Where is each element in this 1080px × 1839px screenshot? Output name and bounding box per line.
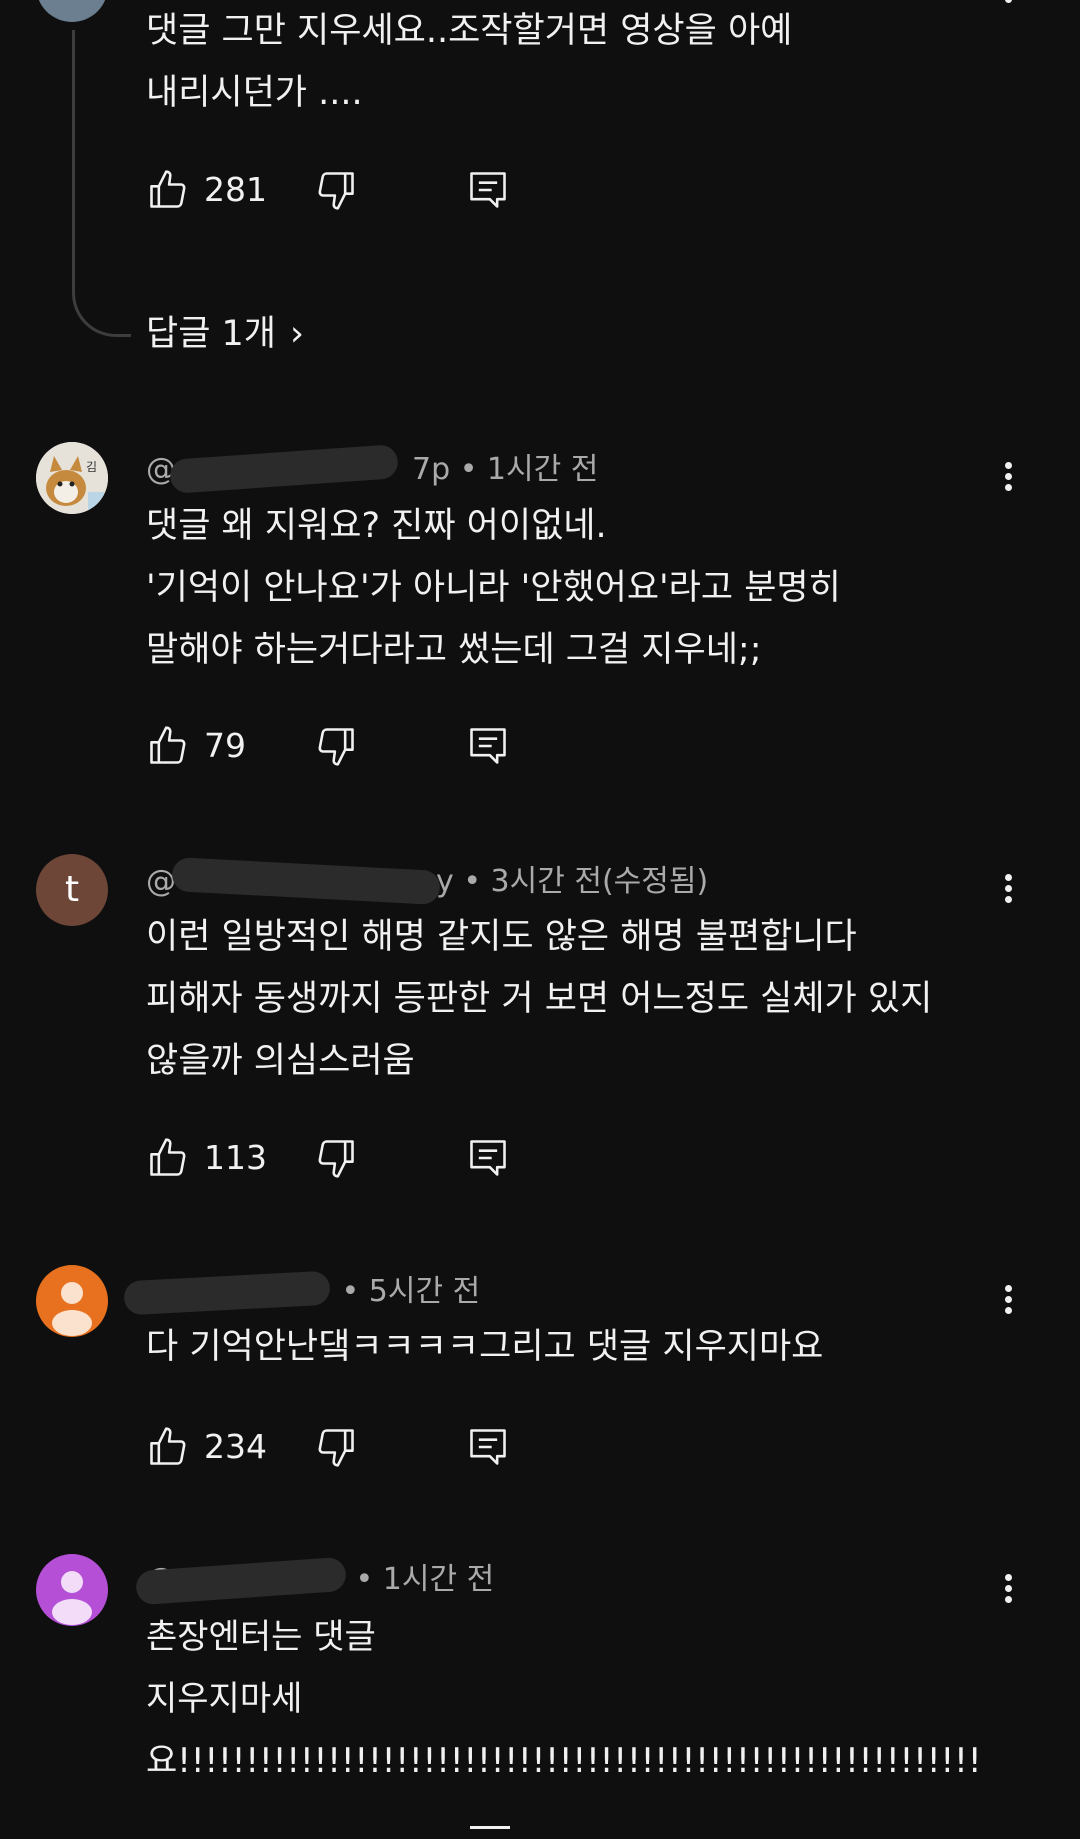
like-icon[interactable] bbox=[146, 168, 190, 212]
comment-actions: 79 bbox=[146, 724, 526, 776]
avatar-label: 김 bbox=[86, 460, 98, 474]
reply-icon[interactable] bbox=[466, 168, 510, 212]
dislike-icon[interactable] bbox=[314, 1136, 358, 1180]
comment-actions: 234 bbox=[146, 1425, 526, 1477]
like-count: 79 bbox=[204, 726, 246, 765]
more-options-icon[interactable] bbox=[996, 458, 1020, 502]
comment-author[interactable]: @ bbox=[146, 864, 176, 899]
person-icon bbox=[52, 1282, 92, 1336]
reply-icon[interactable] bbox=[470, 1826, 510, 1839]
comment-text: 댓글 왜 지워요? 진짜 어이없네. '기억이 안나요'가 아니라 '안했어요'… bbox=[146, 506, 841, 670]
comment-time: • 5시간 전 bbox=[341, 1274, 481, 1309]
reply-icon[interactable] bbox=[466, 1425, 510, 1469]
cat-avatar-image bbox=[36, 442, 108, 514]
chevron-right-icon: › bbox=[290, 314, 304, 354]
avatar[interactable]: 김 bbox=[36, 442, 108, 514]
reply-icon[interactable] bbox=[466, 1136, 510, 1180]
more-options-icon[interactable] bbox=[996, 1570, 1020, 1614]
reply-icon[interactable] bbox=[466, 724, 510, 768]
like-count: 113 bbox=[204, 1138, 267, 1177]
comment-text: 댓글 그만 지우세요..조작할거면 영상을 아예 내리시던가 .... bbox=[146, 11, 793, 113]
more-options-icon[interactable] bbox=[996, 0, 1020, 14]
like-icon[interactable] bbox=[146, 1425, 190, 1469]
dislike-icon[interactable] bbox=[314, 1425, 358, 1469]
comment-time: • 1시간 전 bbox=[355, 1562, 495, 1597]
view-replies-link[interactable]: 답글 1개 › bbox=[146, 312, 304, 356]
comment-actions: 113 bbox=[146, 1136, 526, 1188]
like-count: 281 bbox=[204, 170, 267, 209]
avatar[interactable]: t bbox=[36, 854, 108, 926]
avatar[interactable] bbox=[36, 1554, 108, 1626]
more-options-icon[interactable] bbox=[996, 1281, 1020, 1325]
more-options-icon[interactable] bbox=[996, 870, 1020, 914]
comment-actions: 281 bbox=[146, 168, 526, 220]
avatar[interactable] bbox=[36, 0, 108, 22]
comment-text: 촌장엔터는 댓글 지우지마세 요!!!!!!!!!!!!!!!!!!!!!!!!… bbox=[146, 1617, 982, 1781]
comment-text: 다 기억안난댘ㅋㅋㅋㅋ그리고 댓글 지우지마요 bbox=[146, 1327, 824, 1367]
thread-connector-line bbox=[72, 30, 131, 337]
person-icon bbox=[52, 1571, 92, 1625]
like-count: 234 bbox=[204, 1427, 267, 1466]
avatar[interactable] bbox=[36, 1265, 108, 1337]
like-icon[interactable] bbox=[146, 1136, 190, 1180]
view-replies-label: 답글 1개 bbox=[146, 314, 276, 354]
comment-time: • 1시간 전 bbox=[459, 452, 599, 487]
dislike-icon[interactable] bbox=[314, 168, 358, 212]
comment-text: 이런 일방적인 해명 같지도 않은 해명 불편합니다 피해자 동생까지 등판한 … bbox=[146, 917, 933, 1081]
comment-time: • 3시간 전(수정됨) bbox=[463, 864, 709, 899]
comment-author-tail: 7p bbox=[412, 452, 451, 487]
dislike-icon[interactable] bbox=[314, 724, 358, 768]
like-icon[interactable] bbox=[146, 724, 190, 768]
